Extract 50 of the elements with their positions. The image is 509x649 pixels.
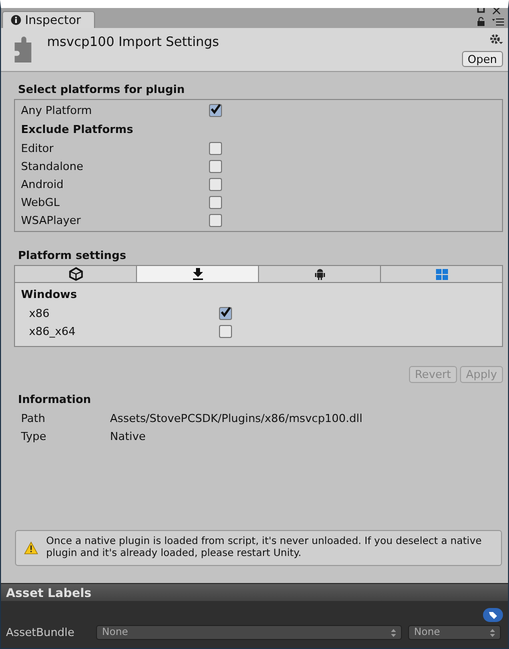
option-label: WSAPlayer	[21, 214, 82, 226]
maximize-icon[interactable]	[477, 8, 486, 15]
checkbox[interactable]	[209, 142, 222, 154]
assetbundle-label: AssetBundle	[6, 626, 76, 639]
variant-dropdown[interactable]: None	[408, 625, 501, 640]
menu-icon[interactable]	[492, 18, 504, 26]
option-label: Standalone	[21, 160, 84, 172]
platform-tab[interactable]	[136, 266, 258, 282]
section-heading: Platform settings	[17, 248, 128, 264]
checkbox[interactable]	[209, 196, 222, 208]
lock-icon[interactable]	[477, 17, 485, 26]
bundle-dropdown[interactable]: None	[96, 625, 402, 640]
info-label: Type	[21, 430, 48, 442]
subsection-heading: Windows	[21, 287, 78, 303]
info-icon	[11, 15, 21, 25]
subsection-heading: Exclude Platforms	[21, 122, 134, 138]
checkbox[interactable]	[209, 214, 222, 226]
info-value: Assets/StovePCSDK/Plugins/x86/msvcp100.dll	[110, 412, 362, 424]
updown-icon	[391, 628, 396, 636]
inspector-tab[interactable]: Inspector	[2, 11, 95, 28]
puzzle-icon	[13, 35, 33, 65]
checkbox[interactable]	[209, 104, 222, 116]
checkbox[interactable]	[209, 160, 222, 172]
download-icon	[192, 268, 204, 280]
panel-heading: Asset Labels	[6, 586, 92, 600]
cube-logo-icon	[68, 267, 82, 281]
platform-tab[interactable]	[15, 266, 136, 282]
platform-tab[interactable]	[258, 266, 380, 282]
info-label: Path	[21, 412, 46, 424]
section-heading: Information	[17, 392, 92, 408]
checkbox[interactable]	[209, 178, 222, 190]
android-icon	[314, 268, 324, 280]
windows-icon	[436, 268, 448, 280]
option-label: x86_x64	[28, 324, 77, 338]
option-label: Android	[21, 178, 65, 190]
window-title: msvcp100 Import Settings	[47, 35, 220, 50]
settings-icon[interactable]	[489, 33, 503, 45]
info-value: Native	[110, 430, 146, 442]
option-label: x86	[28, 306, 51, 320]
checkbox[interactable]	[219, 324, 232, 338]
updown-icon	[490, 628, 495, 636]
option-label: Editor	[21, 142, 55, 154]
section-heading: Select platforms for plugin	[17, 82, 186, 98]
close-icon[interactable]	[492, 8, 501, 15]
warning-text: Once a native plugin is loaded from script, it's never unloaded. If you deselect a native plugin and it's already loaded, please restart Unity.	[46, 536, 483, 560]
open-button[interactable]: Open	[462, 51, 503, 67]
option-label: Any Platform	[21, 104, 93, 116]
option-label: WebGL	[21, 196, 61, 208]
checkbox[interactable]	[219, 306, 232, 320]
tag-icon[interactable]	[483, 608, 503, 622]
